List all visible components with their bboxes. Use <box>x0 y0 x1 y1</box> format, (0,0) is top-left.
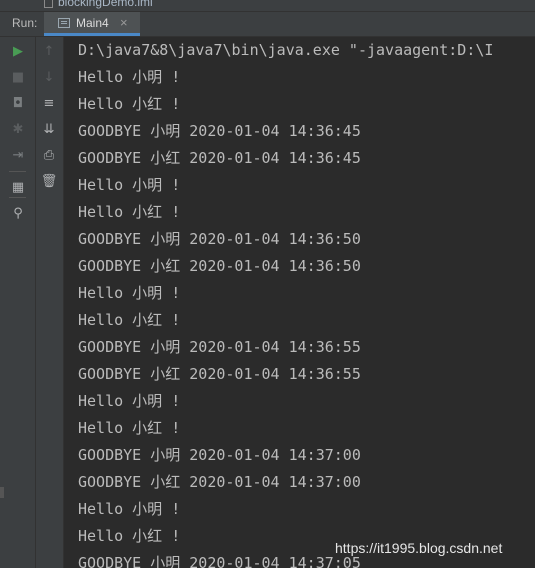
console-output[interactable]: D:\java7&8\java7\bin\java.exe "-javaagen… <box>64 37 535 568</box>
soft-wrap-icon[interactable]: ≡ <box>39 94 59 114</box>
run-toolbar-left: ▶ ■ ◘ ✱ ⇥ ▦ ⚲ <box>0 37 36 568</box>
stop-icon[interactable]: ■ <box>8 68 28 88</box>
watermark: https://it1995.blog.csdn.net <box>335 540 503 556</box>
login-icon[interactable]: ⇥ <box>8 146 28 166</box>
console-command-line: D:\java7&8\java7\bin\java.exe "-javaagen… <box>78 41 494 59</box>
console-line: Hello 小红 ! <box>78 419 181 437</box>
console-line: Hello 小红 ! <box>78 527 181 545</box>
console-line: Hello 小明 ! <box>78 284 181 302</box>
arrow-up-icon[interactable]: ↑ <box>39 42 59 62</box>
trash-icon[interactable]: 🗑 <box>39 172 59 192</box>
tab-main4[interactable]: Main4 × <box>44 12 140 36</box>
bug-icon[interactable]: ✱ <box>8 120 28 140</box>
console-line: GOODBYE 小明 2020-01-04 14:37:00 <box>78 446 361 464</box>
console-line: Hello 小明 ! <box>78 68 181 86</box>
pin-icon[interactable]: ⚲ <box>8 204 28 224</box>
editor-tab-strip: blockingDemo.iml <box>0 0 535 12</box>
scroll-to-end-icon[interactable]: ⇊ <box>39 120 59 140</box>
console-line: Hello 小明 ! <box>78 392 181 410</box>
run-label: Run: <box>12 16 38 30</box>
tab-label: Main4 <box>76 16 109 30</box>
file-tab-label: blockingDemo.iml <box>58 0 153 9</box>
console-line: GOODBYE 小明 2020-01-04 14:36:55 <box>78 338 361 356</box>
window-edge <box>0 487 4 498</box>
console-line: GOODBYE 小明 2020-01-04 14:36:45 <box>78 122 361 140</box>
file-tab[interactable]: blockingDemo.iml <box>44 0 264 10</box>
file-icon <box>44 0 53 9</box>
console-line: GOODBYE 小红 2020-01-04 14:36:55 <box>78 365 361 383</box>
layout-icon[interactable]: ▦ <box>8 178 28 198</box>
console-line: GOODBYE 小红 2020-01-04 14:37:00 <box>78 473 361 491</box>
close-icon[interactable]: × <box>120 15 128 30</box>
console-line: Hello 小红 ! <box>78 203 181 221</box>
console-line: GOODBYE 小红 2020-01-04 14:36:45 <box>78 149 361 167</box>
console-line: GOODBYE 小明 2020-01-04 14:36:50 <box>78 230 361 248</box>
arrow-down-icon[interactable]: ↓ <box>39 68 59 88</box>
run-toolbar-right: ↑ ↓ ≡ ⇊ ⎙ 🗑 <box>36 37 64 568</box>
console-line: GOODBYE 小明 2020-01-04 14:37:05 <box>78 554 361 568</box>
run-tool-window-header: Run: Main4 × <box>0 12 535 37</box>
print-icon[interactable]: ⎙ <box>39 146 59 166</box>
console-line: Hello 小红 ! <box>78 311 181 329</box>
console-icon <box>58 18 70 28</box>
toolbar-separator <box>9 197 26 198</box>
console-line: Hello 小红 ! <box>78 95 181 113</box>
console-line: Hello 小明 ! <box>78 500 181 518</box>
console-line: Hello 小明 ! <box>78 176 181 194</box>
console-line: GOODBYE 小红 2020-01-04 14:36:50 <box>78 257 361 275</box>
camera-icon[interactable]: ◘ <box>8 94 28 114</box>
toolbar-separator <box>9 171 26 172</box>
run-icon[interactable]: ▶ <box>8 42 28 62</box>
